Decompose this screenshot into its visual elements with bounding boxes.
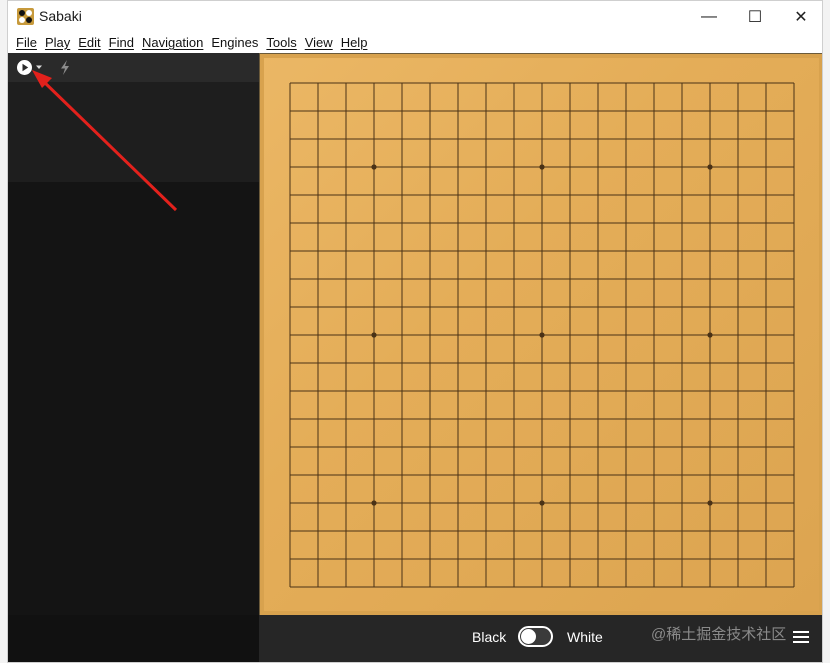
star-point <box>539 164 545 170</box>
toggle-knob <box>521 629 536 644</box>
star-point <box>371 332 377 338</box>
star-point <box>707 332 713 338</box>
maximize-icon: ☐ <box>747 8 763 26</box>
star-point <box>707 164 713 170</box>
close-button[interactable]: ✕ <box>778 1 822 32</box>
star-point <box>539 332 545 338</box>
star-point <box>371 500 377 506</box>
menu-engines[interactable]: Engines <box>207 35 262 50</box>
minimize-button[interactable]: — <box>686 1 732 32</box>
menu-find[interactable]: Find <box>105 35 138 50</box>
menu-tools[interactable]: Tools <box>262 35 300 50</box>
white-player-label: White <box>567 629 603 645</box>
engine-peer-list <box>8 82 259 182</box>
bolt-icon[interactable] <box>58 59 72 76</box>
menu-view[interactable]: View <box>301 35 337 50</box>
turn-toggle[interactable] <box>518 626 553 647</box>
menu-file[interactable]: File <box>12 35 41 50</box>
menu-play[interactable]: Play <box>41 35 74 50</box>
star-point <box>539 500 545 506</box>
close-icon: ✕ <box>794 8 808 26</box>
engines-toolbar <box>8 53 259 82</box>
play-icon[interactable] <box>16 59 33 76</box>
minimize-icon: — <box>701 7 717 25</box>
window-title: Sabaki <box>39 8 82 24</box>
go-board[interactable] <box>260 54 823 615</box>
app-window: Sabaki — ☐ ✕ File Play Edit Find Navigat… <box>7 0 823 663</box>
app-logo-icon <box>17 8 34 25</box>
status-bar: Black White @稀土掘金技术社区 <box>8 615 822 662</box>
maximize-button[interactable]: ☐ <box>732 1 778 32</box>
black-player-label: Black <box>472 629 507 645</box>
engines-sidebar <box>8 53 259 615</box>
menu-bar: File Play Edit Find Navigation Engines T… <box>8 32 822 53</box>
player-bar: Black White @稀土掘金技术社区 <box>259 615 822 662</box>
star-point <box>371 164 377 170</box>
title-bar[interactable]: Sabaki — ☐ ✕ <box>8 1 822 32</box>
star-point <box>707 500 713 506</box>
hamburger-menu-icon[interactable] <box>792 629 810 645</box>
chevron-down-icon[interactable] <box>35 63 43 71</box>
watermark: @稀土掘金技术社区 <box>651 626 787 643</box>
menu-navigation[interactable]: Navigation <box>138 35 207 50</box>
board-area <box>259 53 823 615</box>
board-grid[interactable] <box>260 54 823 615</box>
menu-help[interactable]: Help <box>337 35 372 50</box>
menu-edit[interactable]: Edit <box>74 35 104 50</box>
